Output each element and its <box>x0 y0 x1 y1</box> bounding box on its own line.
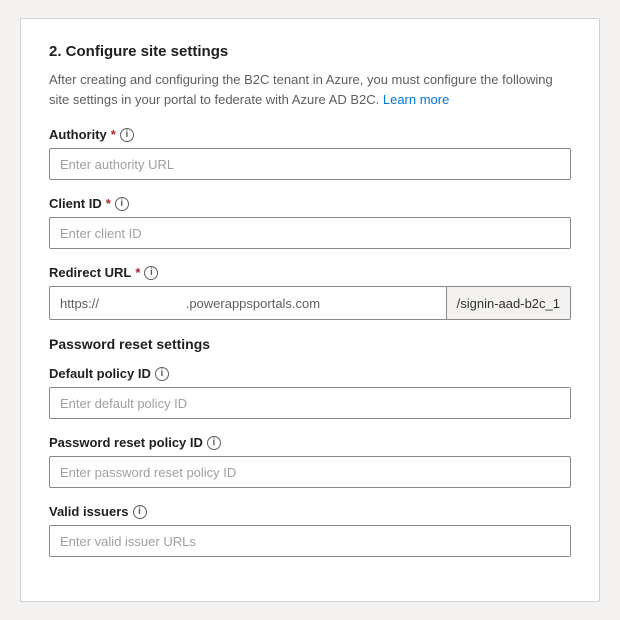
authority-required-star: * <box>111 127 116 142</box>
redirect-url-prefix-input[interactable] <box>50 287 446 319</box>
redirect-url-wrapper: /signin-aad-b2c_1 <box>49 286 571 320</box>
password-reset-policy-id-input[interactable] <box>49 456 571 488</box>
authority-input[interactable] <box>49 148 571 180</box>
valid-issuers-info-icon[interactable]: i <box>133 505 147 519</box>
client-id-input[interactable] <box>49 217 571 249</box>
redirect-url-field-group: Redirect URL * i /signin-aad-b2c_1 <box>49 265 571 320</box>
default-policy-id-field-group: Default policy ID i <box>49 366 571 419</box>
valid-issuers-field-group: Valid issuers i <box>49 504 571 557</box>
learn-more-link[interactable]: Learn more <box>383 92 449 107</box>
default-policy-id-input[interactable] <box>49 387 571 419</box>
client-id-field-group: Client ID * i <box>49 196 571 249</box>
authority-info-icon[interactable]: i <box>120 128 134 142</box>
configure-site-settings-card: 2. Configure site settings After creatin… <box>20 18 600 602</box>
redirect-url-suffix: /signin-aad-b2c_1 <box>446 287 570 319</box>
password-reset-section-title: Password reset settings <box>49 336 571 352</box>
redirect-url-label: Redirect URL * i <box>49 265 571 280</box>
password-reset-policy-id-field-group: Password reset policy ID i <box>49 435 571 488</box>
client-id-required-star: * <box>106 196 111 211</box>
password-reset-section: Password reset settings Default policy I… <box>49 336 571 557</box>
default-policy-id-info-icon[interactable]: i <box>155 367 169 381</box>
valid-issuers-label: Valid issuers i <box>49 504 571 519</box>
client-id-label: Client ID * i <box>49 196 571 211</box>
redirect-url-info-icon[interactable]: i <box>144 266 158 280</box>
password-reset-policy-id-label: Password reset policy ID i <box>49 435 571 450</box>
authority-field-group: Authority * i <box>49 127 571 180</box>
section-description: After creating and configuring the B2C t… <box>49 70 571 109</box>
client-id-info-icon[interactable]: i <box>115 197 129 211</box>
password-reset-policy-id-info-icon[interactable]: i <box>207 436 221 450</box>
redirect-url-required-star: * <box>135 265 140 280</box>
authority-label: Authority * i <box>49 127 571 142</box>
valid-issuers-input[interactable] <box>49 525 571 557</box>
default-policy-id-label: Default policy ID i <box>49 366 571 381</box>
section-title: 2. Configure site settings <box>49 43 571 60</box>
